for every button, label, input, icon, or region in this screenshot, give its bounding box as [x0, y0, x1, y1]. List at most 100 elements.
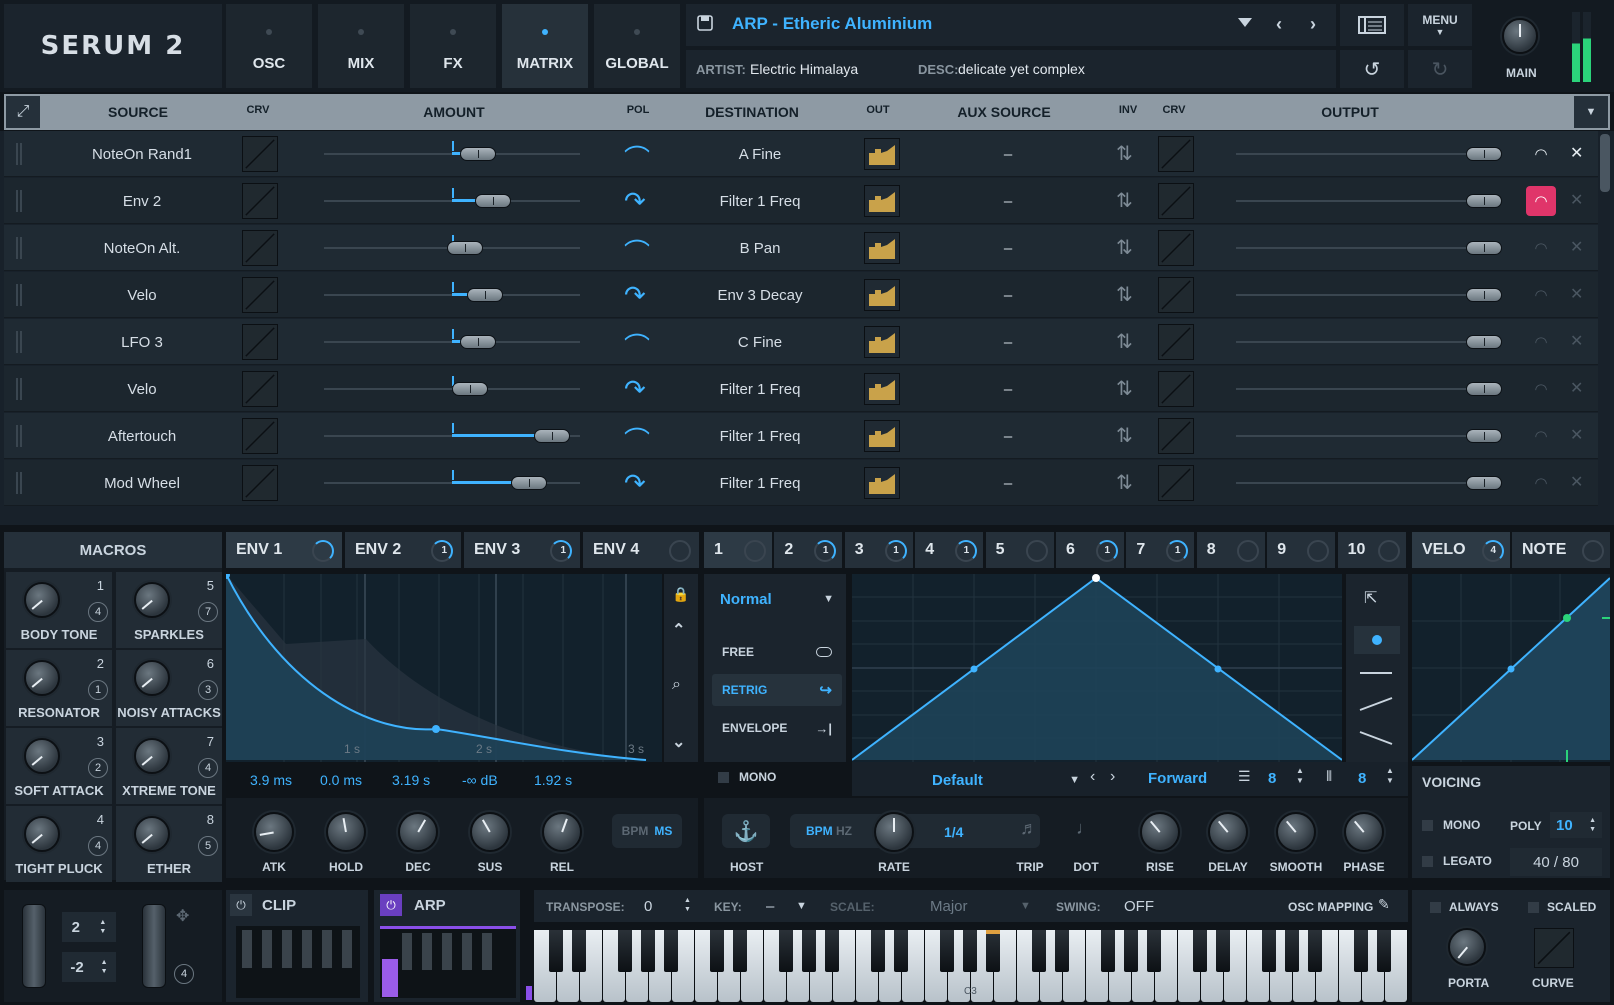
macro-name[interactable]: ETHER: [116, 861, 222, 876]
velo-display[interactable]: [1411, 574, 1611, 762]
macro-knob[interactable]: [134, 582, 170, 618]
macro-name[interactable]: SPARKLES: [116, 627, 222, 642]
velo-tab-velo[interactable]: VELO 4: [1412, 532, 1510, 568]
matrix-destination[interactable]: A Fine: [666, 131, 854, 177]
amount-slider-thumb[interactable]: [451, 382, 488, 396]
remove-icon[interactable]: ✕: [1570, 237, 1583, 257]
piano-black-key[interactable]: [824, 930, 839, 972]
lfo-grid-x[interactable]: 8: [1268, 770, 1276, 787]
tab-mix[interactable]: MIX: [318, 4, 404, 88]
pitch-down-stepper[interactable]: -2 ▲ ▼: [62, 952, 116, 982]
piano-black-key[interactable]: [870, 930, 885, 972]
tab-global[interactable]: GLOBAL: [594, 4, 680, 88]
piano-black-key[interactable]: [709, 930, 724, 972]
lfo-delay-knob[interactable]: [1208, 812, 1248, 852]
lfo-tab-5[interactable]: 5: [985, 532, 1054, 568]
key-dropdown-icon[interactable]: ▼: [796, 900, 807, 912]
porta-curve-button[interactable]: [1534, 928, 1574, 968]
drag-handle-icon[interactable]: [16, 284, 22, 306]
bypass-icon[interactable]: ◠: [1526, 280, 1556, 310]
macro-knob[interactable]: [134, 816, 170, 852]
source-curve-button[interactable]: [242, 277, 278, 313]
piano-black-key[interactable]: [1100, 930, 1115, 972]
pitch-wheel[interactable]: [22, 904, 46, 988]
polarity-icon[interactable]: ↷: [624, 374, 646, 405]
bypass-icon[interactable]: ◠: [1526, 233, 1556, 263]
lfo-tab-8[interactable]: 8: [1196, 532, 1265, 568]
ramp-up-icon[interactable]: [1358, 696, 1394, 712]
scaled-toggle[interactable]: SCALED: [1528, 900, 1596, 914]
remove-icon[interactable]: ✕: [1570, 472, 1583, 492]
env-sus-knob[interactable]: [470, 812, 510, 852]
macro-knob[interactable]: [24, 582, 60, 618]
matrix-source[interactable]: Velo: [44, 366, 240, 412]
grid-x-stepper-icon[interactable]: ▲ ▼: [1296, 766, 1304, 786]
velo-tab-note[interactable]: NOTE: [1512, 532, 1610, 568]
main-volume-knob[interactable]: [1502, 18, 1538, 54]
output-slider-thumb[interactable]: [1466, 382, 1502, 396]
env-value-hold[interactable]: 0.0 ms: [320, 772, 362, 788]
amount-slider-thumb[interactable]: [467, 288, 504, 302]
matrix-destination[interactable]: B Pan: [666, 225, 854, 271]
pitch-up-stepper[interactable]: 2 ▲ ▼: [62, 912, 116, 942]
menu-button[interactable]: MENU ▼: [1408, 4, 1472, 46]
macro-knob[interactable]: [134, 660, 170, 696]
remove-icon[interactable]: ✕: [1570, 331, 1583, 351]
macro-name[interactable]: BODY TONE: [6, 627, 112, 642]
piano-black-key[interactable]: [778, 930, 793, 972]
scale-value[interactable]: Major: [930, 898, 968, 915]
lfo-rate-knob[interactable]: [874, 812, 914, 852]
output-slider-thumb[interactable]: [1466, 429, 1502, 443]
piano-black-key[interactable]: [663, 930, 678, 972]
aux-curve-button[interactable]: [1158, 230, 1194, 266]
macro-name[interactable]: SOFT ATTACK: [6, 783, 112, 798]
bypass-icon[interactable]: ◠: [1526, 374, 1556, 404]
amount-slider-thumb[interactable]: [474, 194, 511, 208]
export-icon[interactable]: ⇱: [1364, 588, 1377, 608]
piano-black-key[interactable]: [939, 930, 954, 972]
point-tool-icon[interactable]: [1354, 626, 1400, 654]
env-atk-knob[interactable]: [254, 812, 294, 852]
piano-black-key[interactable]: [893, 930, 908, 972]
invert-icon[interactable]: ⇅: [1116, 376, 1133, 401]
invert-icon[interactable]: ⇅: [1116, 282, 1133, 307]
invert-icon[interactable]: ⇅: [1116, 235, 1133, 260]
transpose-value[interactable]: 0: [644, 898, 652, 915]
matrix-source[interactable]: Env 2: [44, 178, 240, 224]
porta-knob[interactable]: [1448, 928, 1486, 966]
clip-power-icon[interactable]: ⏻: [230, 894, 252, 916]
piano-black-key[interactable]: [1031, 930, 1046, 972]
source-curve-button[interactable]: [242, 371, 278, 407]
lfo-display[interactable]: [851, 574, 1343, 762]
drag-handle-icon[interactable]: [16, 331, 22, 353]
preset-dropdown-icon[interactable]: [1238, 18, 1252, 27]
polarity-icon[interactable]: ⌒: [624, 421, 650, 458]
output-slider-thumb[interactable]: [1466, 476, 1502, 490]
prev-preset-icon[interactable]: ‹: [1276, 14, 1282, 35]
triplet-icon[interactable]: ♬: [1020, 818, 1038, 839]
matrix-aux-source[interactable]: –: [904, 413, 1112, 459]
piano-black-key[interactable]: [1054, 930, 1069, 972]
zoom-icon[interactable]: ⌕: [672, 676, 681, 694]
matrix-aux-source[interactable]: –: [904, 319, 1112, 365]
source-curve-button[interactable]: [242, 418, 278, 454]
lfo-mode-select[interactable]: Normal ▼: [712, 584, 842, 614]
invert-icon[interactable]: ⇅: [1116, 423, 1133, 448]
macro-name[interactable]: NOISY ATTACKS: [116, 705, 222, 720]
amount-slider-thumb[interactable]: [533, 429, 570, 443]
lfo-retrig-option[interactable]: RETRIG ↪: [712, 674, 842, 706]
env-rel-knob[interactable]: [542, 812, 582, 852]
polarity-icon[interactable]: ⌒: [624, 139, 650, 176]
piano-black-key[interactable]: [1192, 930, 1207, 972]
env-value-atk[interactable]: 3.9 ms: [250, 772, 292, 788]
drag-handle-icon[interactable]: [16, 472, 22, 494]
aux-curve-button[interactable]: [1158, 277, 1194, 313]
piano-black-key[interactable]: [1123, 930, 1138, 972]
osc-mapping-label[interactable]: OSC MAPPING: [1288, 900, 1373, 914]
drag-handle-icon[interactable]: [16, 190, 22, 212]
matrix-destination[interactable]: Env 3 Decay: [666, 272, 854, 318]
always-toggle[interactable]: ALWAYS: [1430, 900, 1499, 914]
lfo-rate-value[interactable]: 1/4: [944, 824, 963, 840]
browser-button[interactable]: [1340, 4, 1404, 46]
host-sync-button[interactable]: ⚓: [722, 814, 770, 848]
